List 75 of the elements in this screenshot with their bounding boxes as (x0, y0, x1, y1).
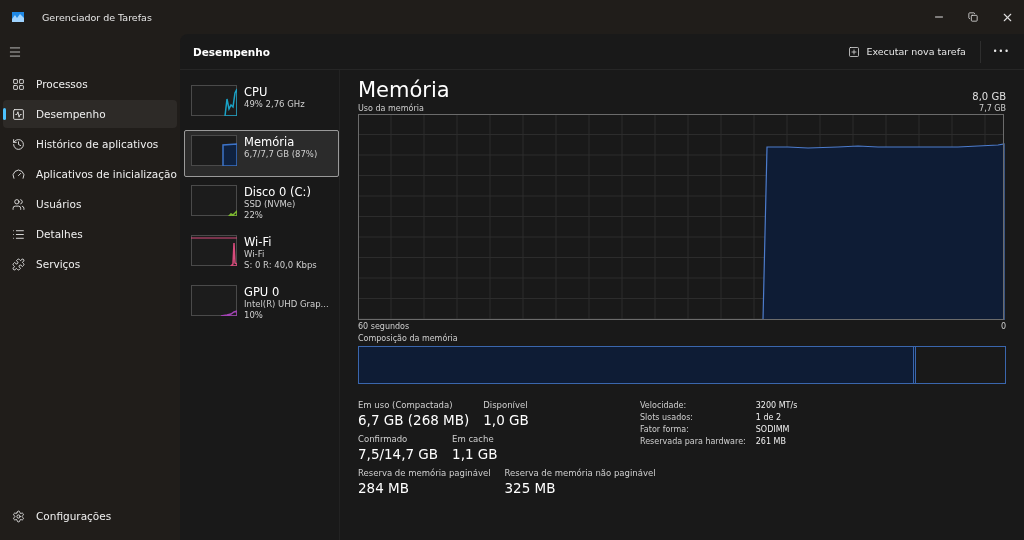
property-value: 1 de 2 (755, 413, 782, 422)
property-value: SODIMM (755, 425, 791, 434)
window-title: Gerenciador de Tarefas (42, 11, 153, 23)
time-span-label: 60 segundos (358, 322, 410, 331)
total-memory: 8,0 GB (972, 91, 1006, 102)
stat-value: 1,1 GB (452, 446, 498, 462)
puzzle-icon (12, 257, 25, 271)
stat-value: 1,0 GB (483, 412, 529, 428)
device-info: SSD (NVMe) (244, 199, 297, 210)
nav-item[interactable]: Detalhes (3, 220, 177, 248)
page-title: Desempenho (193, 45, 271, 58)
nav-item[interactable]: Serviços (3, 250, 177, 278)
device-item[interactable]: GPU 0 Intel(R) UHD Grap... 10% (184, 280, 339, 327)
history-icon (12, 137, 25, 151)
property-label: Velocidade: (640, 401, 688, 410)
mini-graph (191, 285, 237, 316)
device-info: S: 0 R: 40,0 Kbps (244, 260, 317, 271)
resource-title: Memória (358, 78, 450, 102)
grid-icon (12, 77, 25, 91)
settings-item[interactable]: Configurações (3, 502, 177, 530)
property-label: Fator forma: (640, 425, 690, 434)
device-info: 49% 2,76 GHz (244, 99, 305, 110)
nav-item[interactable]: Processos (3, 70, 177, 98)
nav-item[interactable]: Usuários (3, 190, 177, 218)
app-icon (12, 12, 24, 22)
stat-label: Reserva de memória não paginável (504, 468, 656, 478)
settings-icon (12, 509, 25, 523)
stat-value: 7,5/14,7 GB (358, 446, 439, 462)
stat-value: 6,7 GB (268 MB) (358, 412, 470, 428)
device-name: Memória (244, 135, 296, 149)
nav-item[interactable]: Histórico de aplicativos (3, 130, 177, 158)
users-icon (12, 197, 25, 211)
device-info: 6,7/7,7 GB (87%) (244, 149, 318, 160)
mini-graph (191, 135, 237, 166)
nav-item[interactable]: Aplicativos de inicialização (3, 160, 177, 188)
device-name: GPU 0 (244, 285, 281, 299)
stat-label: Reserva de memória paginável (358, 468, 491, 478)
property-label: Slots usados: (640, 413, 695, 422)
mini-graph (191, 185, 237, 216)
property-label: Reservada para hardware: (640, 437, 746, 446)
property-value: 261 MB (755, 437, 787, 446)
stat-label: Confirmado (358, 434, 409, 444)
gauge-icon (12, 167, 25, 181)
device-item[interactable]: Disco 0 (C:) SSD (NVMe) 22% (184, 180, 339, 227)
device-info: Wi-Fi (244, 249, 266, 260)
stat-label: Disponível (483, 400, 529, 410)
mini-graph (191, 235, 237, 266)
more-button[interactable]: ••• (986, 43, 1016, 60)
selection-indicator (3, 108, 6, 120)
device-item[interactable]: Memória 6,7/7,7 GB (87%) (184, 130, 339, 177)
time-end-label: 0 (1000, 322, 1006, 331)
stat-value: 325 MB (504, 480, 557, 496)
menu-icon (8, 45, 22, 59)
device-info: 10% (244, 310, 264, 321)
list-icon (12, 227, 25, 241)
device-info: 22% (244, 210, 264, 221)
run-task-button[interactable]: Executar nova tarefa (840, 41, 974, 62)
pulse-icon (12, 107, 25, 121)
restore-icon (968, 12, 978, 22)
graph-label: Uso da memória (358, 104, 424, 113)
nav-item[interactable]: Desempenho (3, 100, 177, 128)
device-item[interactable]: Wi-Fi Wi-Fi S: 0 R: 40,0 Kbps (184, 230, 339, 277)
device-name: Wi-Fi (244, 235, 273, 249)
device-item[interactable]: CPU 49% 2,76 GHz (184, 80, 339, 127)
composition-label: Composição da memória (358, 334, 459, 343)
mini-graph (191, 85, 237, 116)
new-task-icon (848, 45, 861, 58)
device-name: Disco 0 (C:) (244, 185, 311, 199)
stat-label: Em uso (Compactada) (358, 400, 454, 410)
stat-value: 284 MB (358, 480, 410, 496)
property-value: 3200 MT/s (755, 401, 798, 410)
device-name: CPU (244, 85, 269, 99)
graph-max: 7,7 GB (979, 104, 1006, 113)
stat-label: Em cache (452, 434, 495, 444)
device-info: Intel(R) UHD Grap... (244, 299, 329, 310)
